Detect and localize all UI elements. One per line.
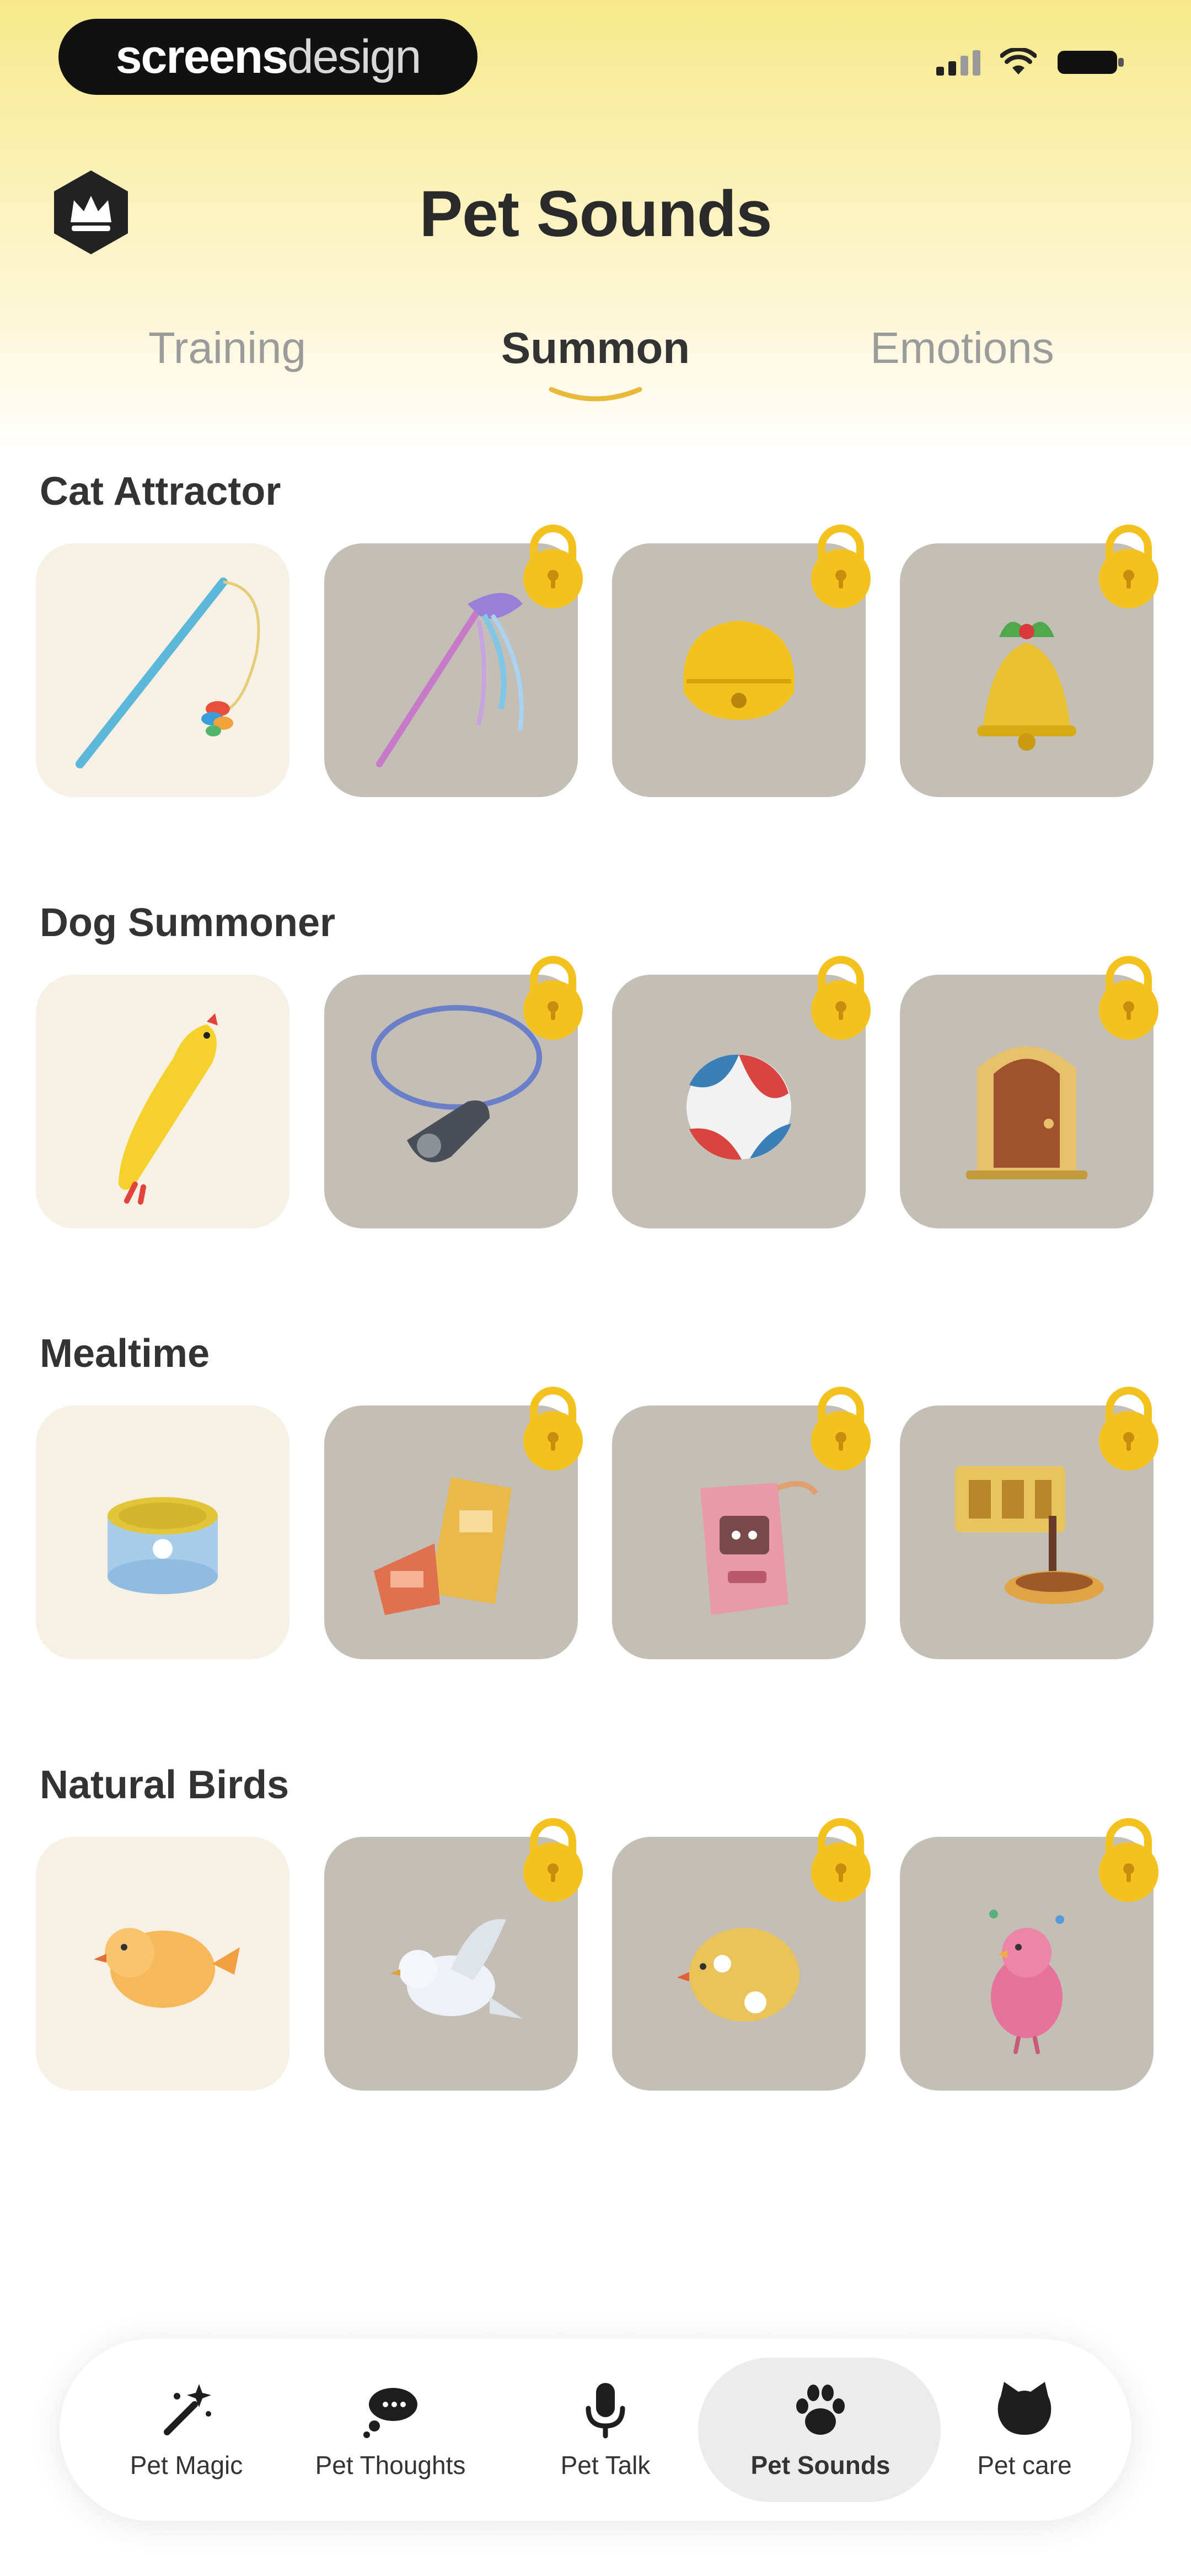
lock-icon (811, 1387, 871, 1471)
nav-label-pet-talk: Pet Talk (560, 2451, 651, 2479)
sound-tile-whistle[interactable] (324, 956, 583, 1228)
lock-icon (811, 525, 871, 608)
sound-tile-feather-wand[interactable] (36, 543, 289, 797)
nav-label-pet-care: Pet care (977, 2451, 1072, 2479)
rubber-chicken-icon (119, 1013, 218, 1205)
active-tab-indicator (549, 387, 642, 402)
sound-tile-dove[interactable] (324, 1818, 583, 2091)
nav-label-pet-sounds: Pet Sounds (750, 2451, 890, 2479)
lock-icon (523, 956, 583, 1040)
nav-label-pet-thoughts: Pet Thoughts (315, 2451, 466, 2479)
brand-watermark: screens design (58, 19, 478, 95)
sound-tile-food-bowl-sign[interactable] (900, 1387, 1158, 1659)
sound-tile-christmas-bell[interactable] (900, 525, 1158, 797)
signal-icon (936, 49, 980, 76)
thought-bubble-icon (363, 2388, 417, 2438)
nav-pet-magic[interactable]: Pet Magic (120, 2339, 253, 2521)
lock-icon (811, 1818, 871, 1902)
lock-icon (523, 1818, 583, 1902)
nav-pet-sounds[interactable]: Pet Sounds (727, 2339, 914, 2521)
sound-tile-pink-bird[interactable] (900, 1818, 1158, 2091)
wifi-icon (1000, 48, 1037, 74)
tab-emotions[interactable]: Emotions (824, 323, 1100, 373)
sound-tile-orange-bird[interactable] (36, 1837, 289, 2091)
microphone-icon (586, 2383, 625, 2439)
lock-icon (1099, 956, 1158, 1040)
status-icons (936, 47, 1125, 77)
sound-tile-kibble-bag[interactable] (612, 1387, 871, 1659)
tab-training[interactable]: Training (89, 323, 365, 373)
section-title-cat-attractor: Cat Attractor (40, 469, 281, 514)
magic-wand-icon (164, 2384, 211, 2435)
cat-head-icon (997, 2382, 1051, 2435)
tab-bar: Training Summon Emotions (0, 323, 1191, 383)
nav-pet-talk[interactable]: Pet Talk (545, 2339, 666, 2521)
lock-icon (1099, 1387, 1158, 1471)
bottom-nav: Pet Magic Pet Thoughts Pet Talk Pet Soun… (60, 2339, 1131, 2521)
battery-icon (1058, 51, 1124, 74)
nav-label-pet-magic: Pet Magic (130, 2451, 243, 2479)
brand-bold-text: screens (115, 30, 288, 83)
sound-tile-door[interactable] (900, 956, 1158, 1228)
sound-tile-yellow-chick[interactable] (612, 1818, 871, 2091)
section-title-mealtime: Mealtime (40, 1332, 210, 1376)
lock-icon (523, 1387, 583, 1471)
brand-light-text: design (287, 30, 421, 83)
paw-icon (796, 2385, 845, 2435)
sound-tile-treat-bag[interactable] (324, 1387, 583, 1659)
feather-wand-icon (76, 578, 260, 768)
sound-tile-food-can[interactable] (36, 1405, 289, 1659)
lock-icon (811, 956, 871, 1040)
sound-tile-rubber-chicken[interactable] (36, 975, 289, 1228)
sound-tile-yellow-bell[interactable] (612, 525, 871, 797)
nav-pet-thoughts[interactable]: Pet Thoughts (302, 2339, 479, 2521)
lock-icon (523, 525, 583, 608)
nav-pet-care[interactable]: Pet care (953, 2339, 1096, 2521)
tab-summon[interactable]: Summon (458, 323, 733, 373)
orange-bird-icon (94, 1928, 240, 2008)
food-can-icon (108, 1497, 218, 1594)
sound-tile-beach-ball[interactable] (612, 956, 871, 1228)
section-title-natural-birds: Natural Birds (40, 1763, 289, 1807)
lock-icon (1099, 1818, 1158, 1902)
app-screen: screens design Pet Sounds Training Summon… (0, 0, 1191, 2576)
lock-icon (1099, 525, 1158, 608)
page-title: Pet Sounds (419, 178, 772, 250)
section-title-dog-summoner: Dog Summoner (40, 901, 336, 945)
sound-tile-ribbon-wand[interactable] (324, 525, 583, 797)
